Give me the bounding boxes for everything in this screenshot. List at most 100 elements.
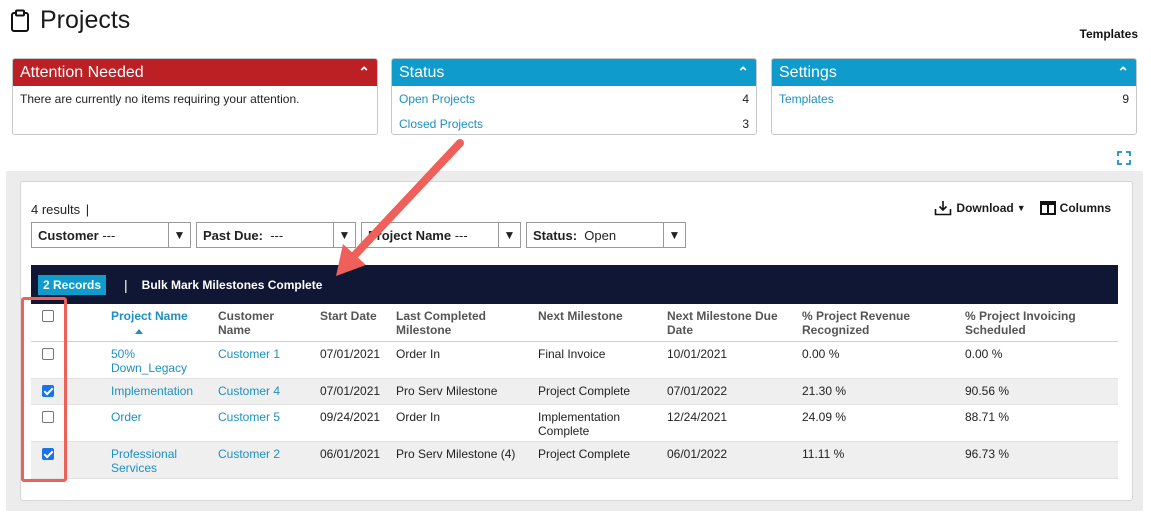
project-link[interactable]: Implementation [111,384,193,398]
expand-icon[interactable] [1117,151,1131,165]
projects-table: Project Name Customer Name Start Date La… [31,304,1118,479]
table-row: 50% Down_Legacy Customer 1 07/01/2021 Or… [31,341,1118,379]
status-filter[interactable]: Status: Open ▼ [526,222,686,248]
bulk-action-bar: 2 Records | Bulk Mark Milestones Complet… [31,265,1118,304]
attention-portlet-header: Attention Needed ⌃ [13,59,377,86]
col-start-date[interactable]: Start Date [314,304,390,342]
clipboard-icon [11,9,29,32]
columns-icon [1039,201,1056,215]
next-milestone-cell: Final Invoice [532,341,661,379]
invoicing-cell: 90.56 % [959,378,1118,405]
col-project-revenue-recognized[interactable]: % Project Revenue Recognized [796,304,959,342]
project-name-filter[interactable]: Project Name --- ▼ [361,222,521,248]
open-projects-link[interactable]: Open Projects [399,92,475,106]
past-due-filter[interactable]: Past Due: --- ▼ [196,222,356,248]
templates-link[interactable]: Templates [1080,27,1138,41]
closed-projects-count: 3 [742,117,749,131]
row-checkbox[interactable] [42,411,54,423]
results-separator: | [85,202,90,217]
results-count-text: 4 results [31,202,81,217]
customer-filter[interactable]: Customer --- ▼ [31,222,191,248]
status-filter-value: Open [584,227,617,243]
project-link[interactable]: Professional Services [111,447,177,475]
project-name-filter-value: --- [454,227,468,243]
select-all-checkbox[interactable] [42,310,54,322]
start-date-cell: 07/01/2021 [314,378,390,405]
chevron-up-icon[interactable]: ⌃ [737,64,749,81]
settings-templates-count: 9 [1122,92,1129,106]
customer-link[interactable]: Customer 2 [218,447,280,461]
status-portlet: Status ⌃ Open Projects 4 Closed Projects… [391,58,757,135]
col-project-invoicing-scheduled[interactable]: % Project Invoicing Scheduled [959,304,1118,342]
settings-row-templates: Templates 9 [779,92,1129,117]
due-date-cell: 10/01/2021 [661,341,796,379]
revenue-cell: 24.09 % [796,404,959,442]
chevron-up-icon[interactable]: ⌃ [1117,64,1129,81]
settings-portlet-title: Settings [779,63,837,81]
due-date-cell: 06/01/2022 [661,441,796,479]
col-project-name-label: Project Name [111,309,188,323]
attention-portlet: Attention Needed ⌃ There are currently n… [12,58,378,135]
revenue-cell: 0.00 % [796,341,959,379]
table-row: Professional Services Customer 2 06/01/2… [31,441,1118,479]
select-all-cell [31,304,105,342]
status-portlet-header: Status ⌃ [392,59,756,86]
last-milestone-cell: Order In [390,404,532,442]
revenue-cell: 11.11 % [796,441,959,479]
invoicing-cell: 0.00 % [959,341,1118,379]
project-link[interactable]: Order [111,410,142,424]
col-next-milestone-due-date[interactable]: Next Milestone Due Date [661,304,796,342]
attention-portlet-title: Attention Needed [20,63,144,81]
results-panel-outer: 4 results | Download ▼ Columns Customer … [6,171,1143,511]
projects-page: Projects Templates Attention Needed ⌃ Th… [0,0,1151,515]
download-button[interactable]: Download ▼ [934,200,1026,216]
status-row-open: Open Projects 4 [399,92,749,117]
revenue-cell: 21.30 % [796,378,959,405]
bulk-separator: | [124,276,128,293]
row-checkbox[interactable] [42,348,54,360]
col-last-completed-milestone[interactable]: Last Completed Milestone [390,304,532,342]
columns-button[interactable]: Columns [1039,201,1111,215]
customer-link[interactable]: Customer 5 [218,410,280,424]
download-icon [935,201,952,216]
start-date-cell: 06/01/2021 [314,441,390,479]
results-count: 4 results | [31,202,89,217]
invoicing-cell: 88.71 % [959,404,1118,442]
row-checkbox[interactable] [42,385,54,397]
customer-filter-label: Customer [38,227,99,243]
project-link[interactable]: 50% Down_Legacy [111,347,187,375]
col-customer-name[interactable]: Customer Name [212,304,314,342]
past-due-filter-value: --- [270,227,284,243]
chevron-up-icon[interactable]: ⌃ [358,64,370,81]
last-milestone-cell: Order In [390,341,532,379]
dropdown-arrow-icon: ▼ [333,223,355,247]
page-header: Projects [10,6,130,35]
dropdown-arrow-icon: ▼ [498,223,520,247]
table-row: Order Customer 5 09/24/2021 Order In Imp… [31,404,1118,442]
open-projects-count: 4 [742,92,749,106]
selected-records-badge[interactable]: 2 Records [38,274,107,295]
customer-link[interactable]: Customer 4 [218,384,280,398]
invoicing-cell: 96.73 % [959,441,1118,479]
settings-templates-link[interactable]: Templates [779,92,834,106]
settings-portlet-body: Templates 9 [772,86,1136,123]
closed-projects-link[interactable]: Closed Projects [399,117,483,131]
bulk-mark-milestones-complete-button[interactable]: Bulk Mark Milestones Complete [142,278,323,292]
status-portlet-body: Open Projects 4 Closed Projects 3 [392,86,756,148]
next-milestone-cell: Project Complete [532,378,661,405]
attention-message: There are currently no items requiring y… [20,92,300,106]
due-date-cell: 12/24/2021 [661,404,796,442]
next-milestone-cell: Implementation Complete [532,404,661,442]
download-label: Download [956,201,1014,215]
attention-portlet-body: There are currently no items requiring y… [13,86,377,112]
row-checkbox[interactable] [42,448,54,460]
col-project-name[interactable]: Project Name [105,304,212,342]
customer-link[interactable]: Customer 1 [218,347,280,361]
due-date-cell: 07/01/2022 [661,378,796,405]
col-next-milestone[interactable]: Next Milestone [532,304,661,342]
start-date-cell: 09/24/2021 [314,404,390,442]
results-panel: 4 results | Download ▼ Columns Customer … [20,181,1133,501]
next-milestone-cell: Project Complete [532,441,661,479]
columns-label: Columns [1059,201,1111,215]
settings-portlet-header: Settings ⌃ [772,59,1136,86]
